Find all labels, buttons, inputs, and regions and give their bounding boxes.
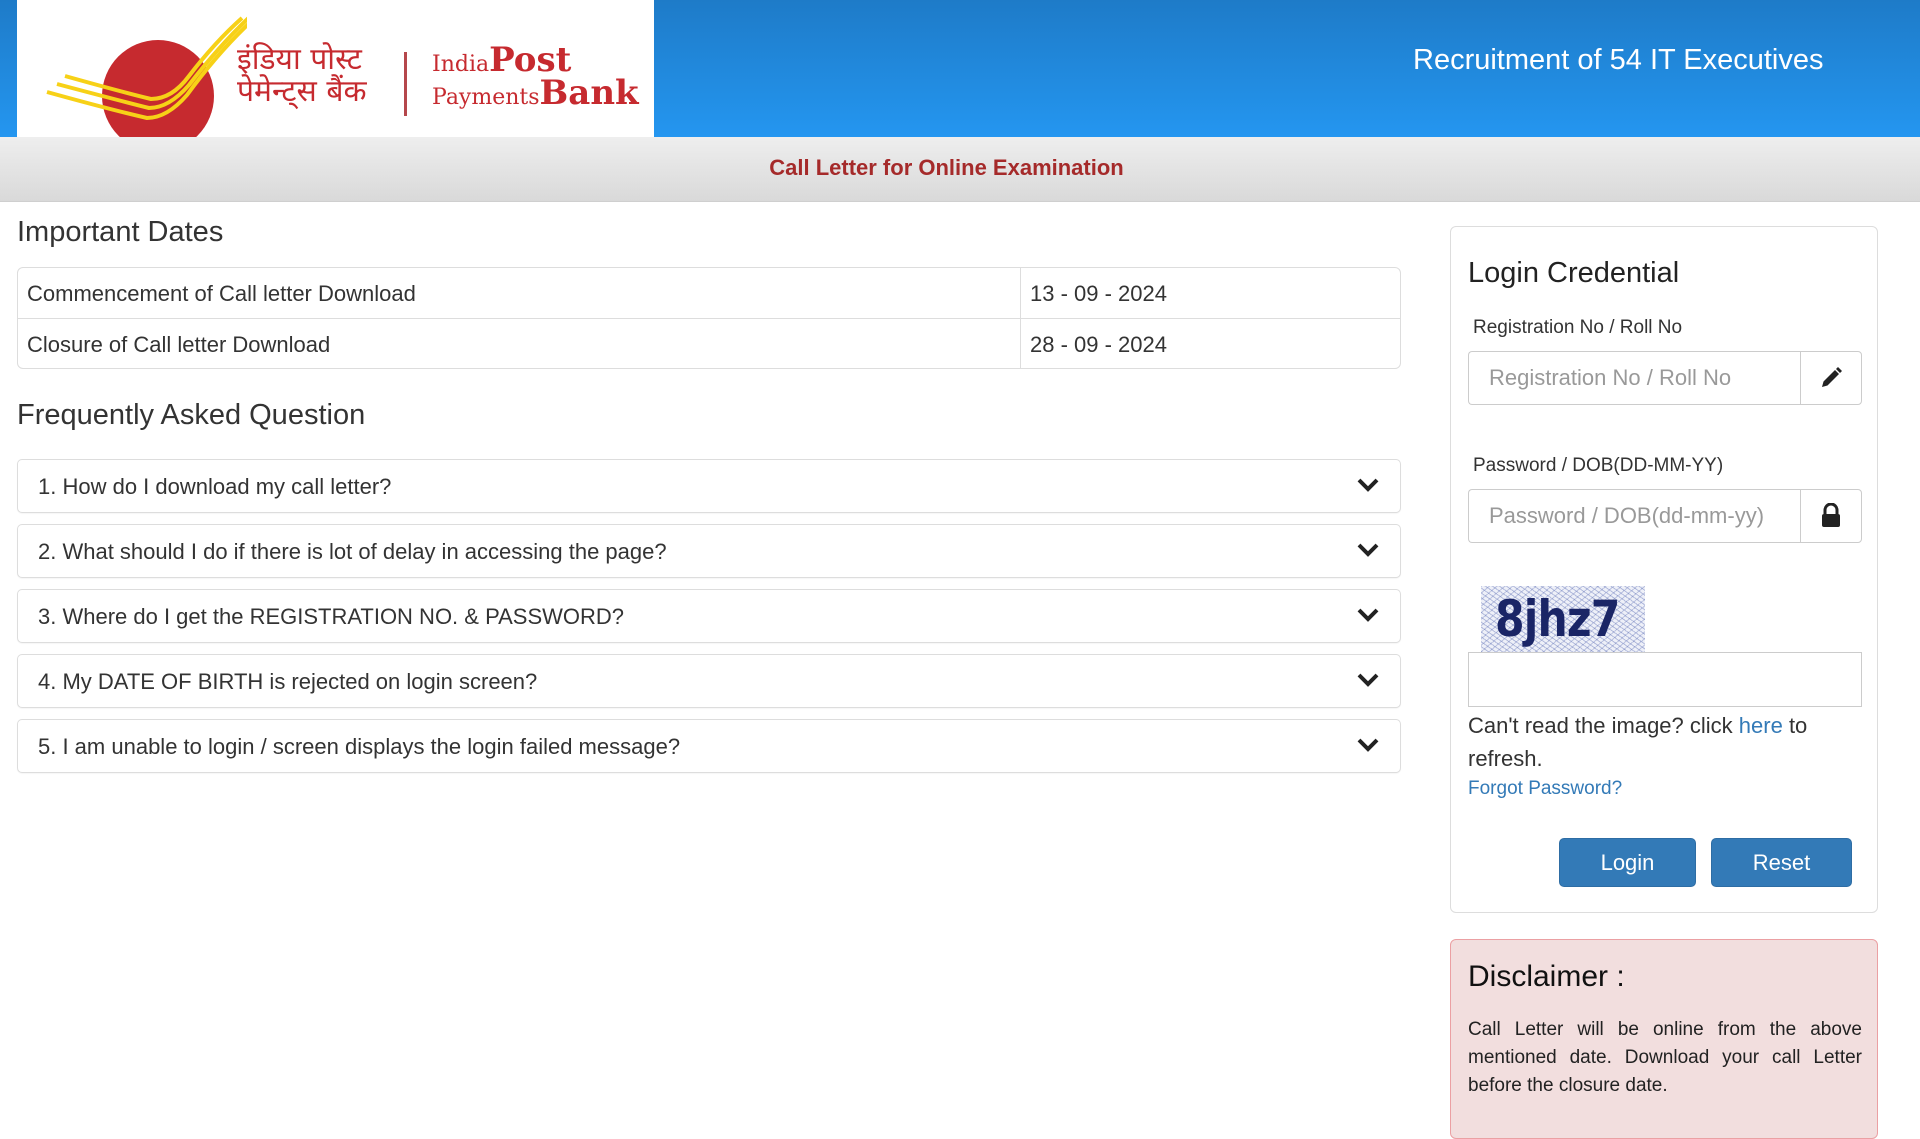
faq-item-4[interactable]: 4. My DATE OF BIRTH is rejected on login… [17, 654, 1401, 708]
captcha-input[interactable] [1468, 652, 1862, 707]
chevron-down-icon[interactable] [1356, 540, 1380, 560]
captcha-refresh-text: Can't read the image? click here to refr… [1468, 709, 1862, 775]
faq-question: 1. How do I download my call letter? [38, 474, 392, 499]
disclaimer-text: Call Letter will be online from the abov… [1468, 1019, 1862, 1096]
chevron-down-icon[interactable] [1356, 735, 1380, 755]
chevron-down-icon[interactable] [1356, 670, 1380, 690]
faq-question: 3. Where do I get the REGISTRATION NO. &… [38, 604, 625, 629]
site-header: इंडिया पोस्ट पेमेन्ट्स बैंक IndiaPost Pa… [0, 0, 1920, 137]
logo-hindi-line2: पेमेन्ट्स बैंक [237, 73, 367, 109]
page-title: Call Letter for Online Examination [769, 155, 1124, 180]
date-value: 28 - 09 - 2024 [1030, 332, 1167, 357]
faq-item-2[interactable]: 2. What should I do if there is lot of d… [17, 524, 1401, 578]
login-title: Login Credential [1468, 257, 1680, 289]
registration-addon [1800, 351, 1862, 405]
faq-question: 2. What should I do if there is lot of d… [38, 539, 667, 564]
registration-input[interactable] [1468, 351, 1800, 405]
recruitment-title: Recruitment of 54 IT Executives [1413, 44, 1824, 76]
disclaimer-title: Disclaimer : [1468, 960, 1625, 993]
date-label: Commencement of Call letter Download [18, 268, 1021, 318]
chevron-down-icon[interactable] [1356, 475, 1380, 495]
logo-hindi-line1: इंडिया पोस्ट [237, 42, 362, 77]
important-dates-heading: Important Dates [17, 216, 224, 248]
captcha-refresh-link[interactable]: here [1739, 713, 1783, 738]
logo-hindi-text: इंडिया पोस्ट पेमेन्ट्स बैंक [237, 44, 367, 107]
disclaimer-box: Disclaimer : Call Letter will be online … [1450, 939, 1878, 1139]
logo-english-text: IndiaPost PaymentsBank [432, 41, 639, 114]
registration-input-group [1468, 351, 1862, 405]
login-panel: Login Credential Registration No / Roll … [1450, 226, 1878, 913]
faq-item-3[interactable]: 3. Where do I get the REGISTRATION NO. &… [17, 589, 1401, 643]
faq-item-5[interactable]: 5. I am unable to login / screen display… [17, 719, 1401, 773]
forgot-password-link[interactable]: Forgot Password? [1468, 778, 1622, 800]
login-button[interactable]: Login [1559, 838, 1696, 887]
faq-question: 4. My DATE OF BIRTH is rejected on login… [38, 669, 538, 694]
important-dates-table: Commencement of Call letter Download 13 … [17, 267, 1401, 369]
table-row: Commencement of Call letter Download 13 … [18, 268, 1400, 318]
date-value: 13 - 09 - 2024 [1030, 281, 1167, 306]
registration-label: Registration No / Roll No [1473, 317, 1683, 338]
refresh-prefix: Can't read the image? click [1468, 713, 1739, 738]
password-input-group [1468, 489, 1862, 543]
pencil-icon [1822, 367, 1842, 387]
logo-emblem-icon [46, 16, 247, 137]
captcha-text: 8jhz7 [1495, 590, 1620, 648]
logo-divider [404, 52, 407, 116]
password-addon [1800, 489, 1862, 543]
faq-item-1[interactable]: 1. How do I download my call letter? [17, 459, 1401, 513]
faq-question: 5. I am unable to login / screen display… [38, 734, 681, 759]
lock-icon [1822, 503, 1840, 527]
password-input[interactable] [1468, 489, 1800, 543]
logo-india: India [432, 52, 490, 77]
date-label: Closure of Call letter Download [18, 319, 1021, 368]
faq-heading: Frequently Asked Question [17, 399, 366, 431]
logo-payments: Payments [432, 85, 540, 111]
reset-button[interactable]: Reset [1711, 838, 1852, 887]
ippb-logo[interactable]: इंडिया पोस्ट पेमेन्ट्स बैंक IndiaPost Pa… [17, 0, 654, 137]
subheader-bar: Call Letter for Online Examination [0, 137, 1920, 202]
password-label: Password / DOB(DD-MM-YY) [1473, 455, 1724, 476]
captcha-image: 8jhz7 [1481, 586, 1645, 652]
logo-bank: Bank [539, 73, 639, 114]
table-row: Closure of Call letter Download 28 - 09 … [18, 318, 1400, 368]
chevron-down-icon[interactable] [1356, 605, 1380, 625]
